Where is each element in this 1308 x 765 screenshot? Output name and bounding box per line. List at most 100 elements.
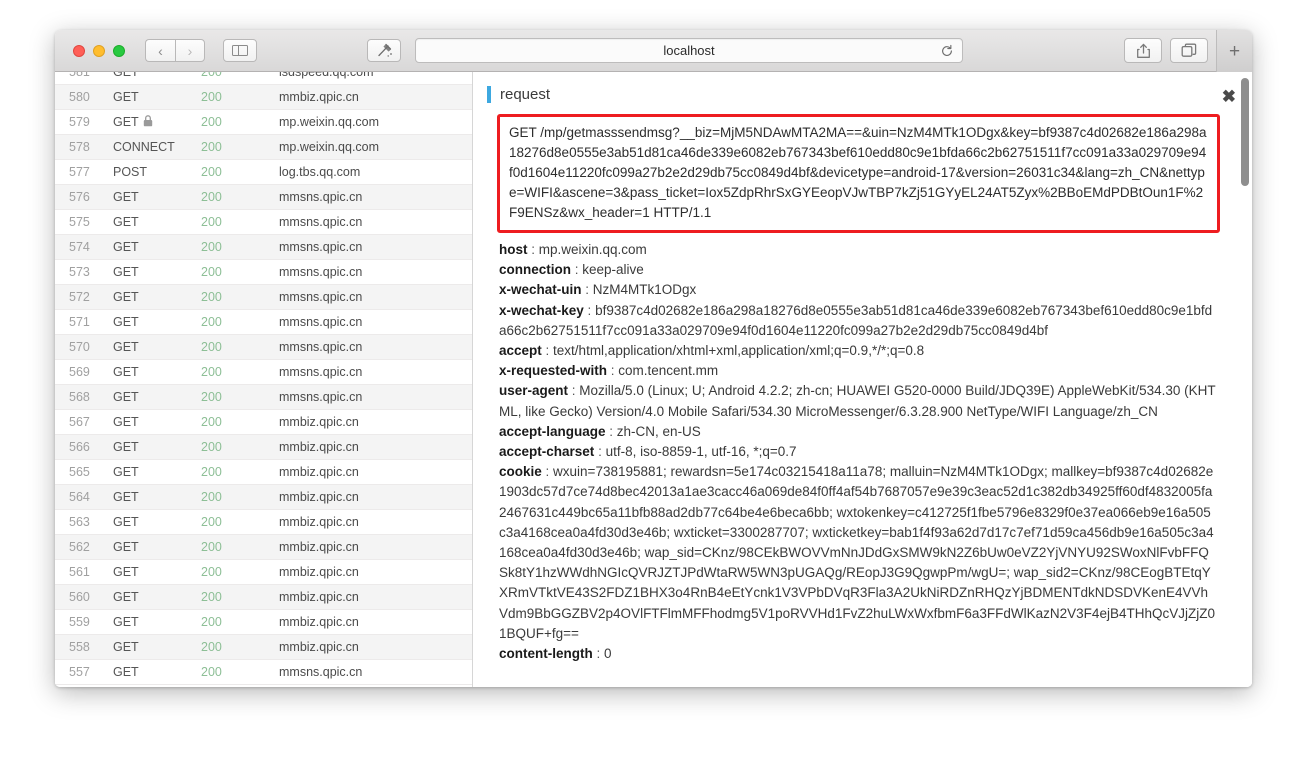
row-host: mmsns.qpic.cn xyxy=(279,665,363,679)
table-row[interactable]: 572 GET 200 mmsns.qpic.cn xyxy=(55,285,472,310)
header-separator: : xyxy=(527,242,539,257)
table-row[interactable]: 564 GET 200 mmbiz.qpic.cn xyxy=(55,485,472,510)
row-status: 200 xyxy=(201,140,222,154)
row-method: GET xyxy=(113,315,201,329)
row-id: 557 xyxy=(69,665,90,679)
address-bar-text: localhost xyxy=(663,43,715,58)
bottom-fade xyxy=(473,679,1252,687)
header-value: mp.weixin.qq.com xyxy=(538,242,647,257)
table-row[interactable]: 577 POST 200 log.tbs.qq.com xyxy=(55,160,472,185)
header-line: x-requested-with : com.tencent.mm xyxy=(499,361,1216,381)
lock-icon xyxy=(143,114,153,130)
table-row[interactable]: 570 GET 200 mmsns.qpic.cn xyxy=(55,335,472,360)
wand-button[interactable] xyxy=(367,39,401,62)
minimize-window-button[interactable] xyxy=(93,44,105,57)
row-status: 200 xyxy=(201,90,222,104)
row-method-label: GET xyxy=(113,515,139,529)
table-row[interactable]: 575 GET 200 mmsns.qpic.cn xyxy=(55,210,472,235)
reload-icon[interactable] xyxy=(940,44,954,58)
row-id: 564 xyxy=(69,490,90,504)
request-detail-pane[interactable]: request GET /mp/getmasssendmsg?__biz=MjM… xyxy=(473,72,1252,687)
table-row[interactable]: 573 GET 200 mmsns.qpic.cn xyxy=(55,260,472,285)
header-line: content-length : 0 xyxy=(499,644,1216,664)
back-button[interactable]: ‹ xyxy=(145,39,175,62)
row-host: mp.weixin.qq.com xyxy=(279,140,380,154)
table-row[interactable]: 562 GET 200 mmbiz.qpic.cn xyxy=(55,535,472,560)
table-row[interactable]: 560 GET 200 mmbiz.qpic.cn xyxy=(55,585,472,610)
table-row[interactable]: 569 GET 200 mmsns.qpic.cn xyxy=(55,360,472,385)
forward-button[interactable]: › xyxy=(175,39,205,62)
header-separator: : xyxy=(581,282,593,298)
row-id: 576 xyxy=(69,190,90,204)
row-method-label: GET xyxy=(113,90,139,104)
share-button[interactable] xyxy=(1124,38,1162,63)
row-id: 562 xyxy=(69,540,90,554)
header-separator: : xyxy=(568,383,580,399)
row-status: 200 xyxy=(201,340,222,354)
table-row[interactable]: 581 GET 200 isdspeed.qq.com xyxy=(55,72,472,85)
table-row[interactable]: 568 GET 200 mmsns.qpic.cn xyxy=(55,385,472,410)
table-row[interactable]: 563 GET 200 mmbiz.qpic.cn xyxy=(55,510,472,535)
row-method-label: GET xyxy=(113,215,139,229)
row-method: CONNECT xyxy=(113,140,201,154)
header-separator: : xyxy=(541,343,554,359)
row-host: mmbiz.qpic.cn xyxy=(279,90,359,104)
table-row[interactable]: 566 GET 200 mmbiz.qpic.cn xyxy=(55,435,472,460)
window-traffic-lights xyxy=(73,44,125,57)
section-title-label: request xyxy=(500,86,551,103)
table-row[interactable]: 559 GET 200 mmbiz.qpic.cn xyxy=(55,610,472,635)
row-method: GET xyxy=(113,265,201,279)
new-tab-button[interactable]: + xyxy=(1216,30,1252,72)
header-value: text/html,application/xhtml+xml,applicat… xyxy=(553,343,925,359)
navigation-buttons: ‹ › xyxy=(145,39,205,62)
close-detail-button[interactable]: ✖ xyxy=(1222,88,1236,105)
table-row[interactable]: 576 GET 200 mmsns.qpic.cn xyxy=(55,185,472,210)
row-host: mmbiz.qpic.cn xyxy=(279,615,359,629)
magic-wand-icon xyxy=(377,43,392,57)
zoom-window-button[interactable] xyxy=(113,44,125,57)
header-line: connection : keep-alive xyxy=(499,260,1216,280)
row-method: GET xyxy=(113,190,201,204)
row-id: 571 xyxy=(69,315,90,329)
row-method-label: GET xyxy=(113,540,139,554)
address-bar[interactable]: localhost xyxy=(415,38,963,63)
table-row[interactable]: 561 GET 200 mmbiz.qpic.cn xyxy=(55,560,472,585)
row-host: isdspeed.qq.com xyxy=(279,72,374,79)
row-host: log.tbs.qq.com xyxy=(279,165,361,179)
sidebar-toggle-button[interactable] xyxy=(223,39,257,62)
row-host: mmsns.qpic.cn xyxy=(279,390,363,404)
table-row[interactable]: 571 GET 200 mmsns.qpic.cn xyxy=(55,310,472,335)
row-method: GET xyxy=(113,515,201,529)
request-list-pane[interactable]: 581 GET 200 isdspeed.qq.com 580 GET 200 mmbiz.q… xyxy=(55,72,473,687)
row-host: mmbiz.qpic.cn xyxy=(279,515,359,529)
header-key: connection xyxy=(499,262,572,278)
table-row[interactable]: 557 GET 200 mmsns.qpic.cn xyxy=(55,660,472,685)
table-row[interactable]: 579 GET 200 mp.weixin.qq.com xyxy=(55,110,472,135)
row-method: GET xyxy=(113,565,201,579)
row-method-label: GET xyxy=(113,290,139,304)
table-row[interactable]: 580 GET 200 mmbiz.qpic.cn xyxy=(55,85,472,110)
tabs-overview-button[interactable] xyxy=(1170,38,1208,63)
table-row[interactable]: 574 GET 200 mmsns.qpic.cn xyxy=(55,235,472,260)
row-id: 579 xyxy=(69,115,90,129)
row-host: mmsns.qpic.cn xyxy=(279,215,363,229)
row-id: 566 xyxy=(69,440,90,454)
header-key: x-wechat-uin xyxy=(499,282,582,298)
table-row[interactable]: 558 GET 200 mmbiz.qpic.cn xyxy=(55,635,472,660)
table-row[interactable]: 565 GET 200 mmbiz.qpic.cn xyxy=(55,460,472,485)
row-status: 200 xyxy=(201,290,222,304)
row-status: 200 xyxy=(201,72,222,79)
close-window-button[interactable] xyxy=(73,44,85,57)
row-id: 569 xyxy=(69,365,90,379)
row-method-label: GET xyxy=(113,72,139,79)
row-method: GET xyxy=(113,540,201,554)
table-row[interactable]: 578 CONNECT 200 mp.weixin.qq.com xyxy=(55,135,472,160)
request-headers-list: host : mp.weixin.qq.com connection : keep… xyxy=(487,240,1230,664)
row-status: 200 xyxy=(201,265,222,279)
row-method-label: GET xyxy=(113,390,139,404)
header-line: accept-language : zh-CN, en-US xyxy=(499,422,1216,442)
table-row[interactable]: 567 GET 200 mmbiz.qpic.cn xyxy=(55,410,472,435)
detail-vertical-scrollbar[interactable] xyxy=(1241,78,1249,186)
row-method: GET xyxy=(113,215,201,229)
row-method-label: GET xyxy=(113,665,139,679)
